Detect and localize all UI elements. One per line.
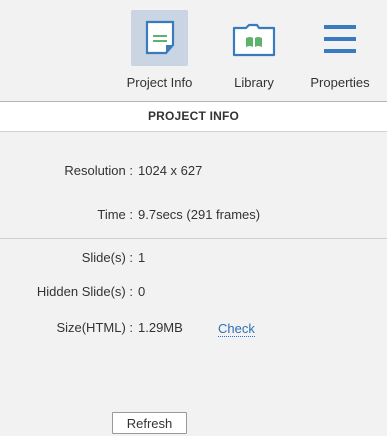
toolbar: Project Info Library Properties xyxy=(0,0,387,101)
hamburger-menu-icon xyxy=(324,25,356,53)
tab-project-info-label: Project Info xyxy=(126,75,193,90)
resolution-label: Resolution : xyxy=(64,163,133,178)
time-value: 9.7secs (291 frames) xyxy=(138,207,261,222)
document-icon xyxy=(145,20,175,55)
hidden-slides-label: Hidden Slide(s) : xyxy=(36,284,133,299)
slides-label: Slide(s) : xyxy=(81,250,133,265)
resolution-row: Resolution : 1024 x 627 xyxy=(0,163,387,179)
tab-project-info[interactable]: Project Info xyxy=(116,10,203,100)
time-label: Time : xyxy=(97,207,133,222)
section-title: PROJECT INFO xyxy=(0,102,387,131)
tab-library[interactable]: Library xyxy=(220,10,288,100)
slides-row: Slide(s) : 1 xyxy=(0,250,387,266)
size-value: 1.29MB xyxy=(138,320,183,335)
size-row: Size(HTML) : 1.29MB xyxy=(0,320,387,336)
folder-icon xyxy=(232,23,276,57)
resolution-value: 1024 x 627 xyxy=(138,163,203,178)
time-row: Time : 9.7secs (291 frames) xyxy=(0,207,387,223)
tab-properties[interactable]: Properties xyxy=(300,10,380,100)
tab-library-label: Library xyxy=(234,75,274,90)
slides-value: 1 xyxy=(138,250,146,265)
info-divider xyxy=(0,238,387,239)
refresh-button[interactable]: Refresh xyxy=(112,412,187,434)
hidden-slides-row: Hidden Slide(s) : 0 xyxy=(0,284,387,300)
check-link[interactable]: Check xyxy=(218,321,255,337)
size-label: Size(HTML) : xyxy=(56,320,133,335)
hidden-slides-value: 0 xyxy=(138,284,146,299)
tab-properties-label: Properties xyxy=(310,75,370,90)
section-divider xyxy=(0,131,387,132)
